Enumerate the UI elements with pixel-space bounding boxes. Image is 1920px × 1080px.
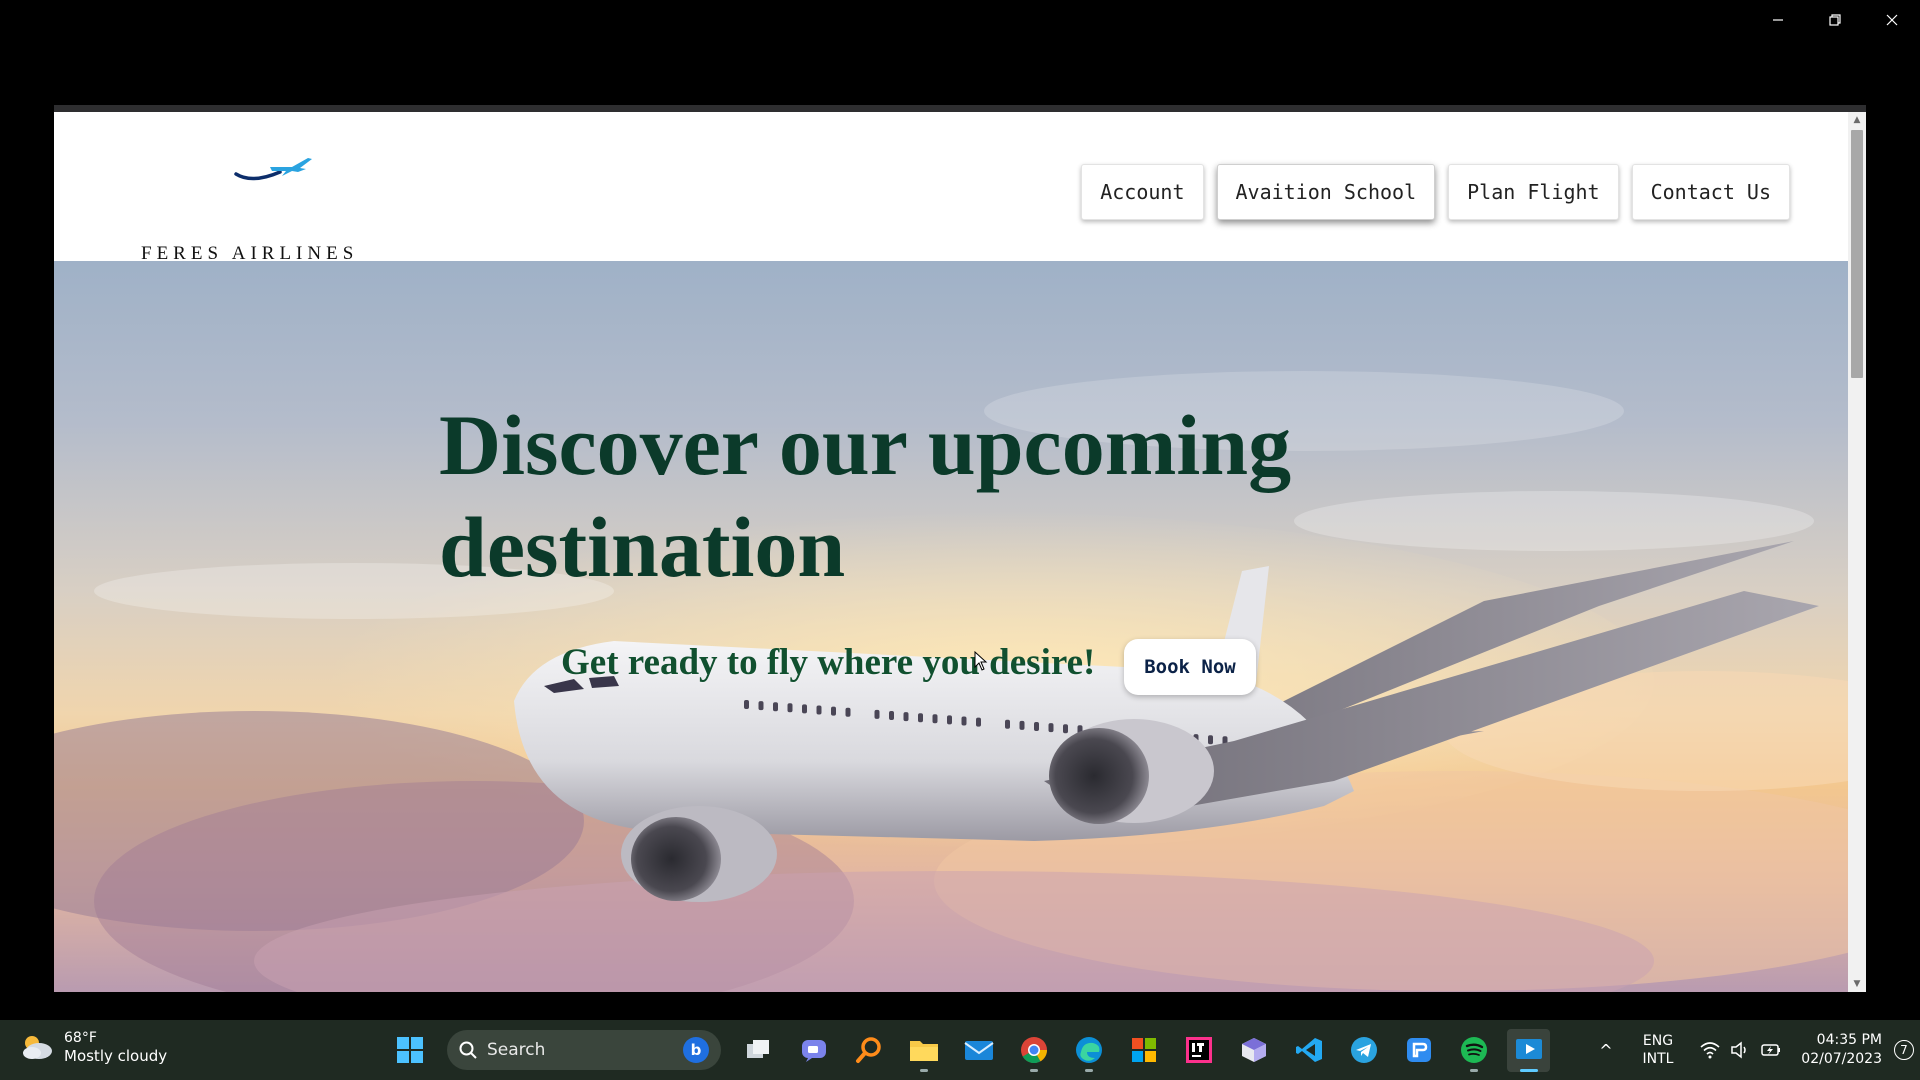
start-button[interactable]	[388, 1029, 431, 1072]
teams-chat-icon[interactable]	[792, 1029, 835, 1072]
cloudy-weather-icon	[23, 1036, 52, 1059]
hero-title: Discover our upcoming destination	[439, 397, 1292, 595]
wifi-icon	[1700, 1042, 1720, 1059]
language-line2: INTL	[1642, 1051, 1674, 1067]
system-tray: ^ ENG INTL 04:35 PM 02/07/2023 7	[1586, 1020, 1920, 1080]
taskbar-search[interactable]: Search b	[447, 1030, 721, 1070]
clock-time: 04:35 PM	[1816, 1032, 1882, 1048]
mouse-cursor-icon	[974, 651, 988, 671]
windows-icon	[396, 1037, 423, 1063]
word-app-icon[interactable]	[1397, 1029, 1440, 1072]
minimize-icon	[1772, 19, 1783, 21]
notification-center-button[interactable]: 7	[1888, 1040, 1920, 1060]
scroll-down-arrow-icon[interactable]: ▼	[1848, 976, 1866, 992]
show-hidden-icons-chevron-icon[interactable]: ^	[1586, 1041, 1626, 1060]
git-tool-icon[interactable]	[1232, 1029, 1275, 1072]
close-button[interactable]	[1863, 0, 1920, 40]
search-icon	[459, 1041, 477, 1059]
browser-viewport: FERES AIRLINES Account Avaition School P…	[54, 105, 1866, 992]
nav-contact-us-button[interactable]: Contact Us	[1631, 164, 1790, 220]
file-explorer-icon[interactable]	[902, 1029, 945, 1072]
telegram-icon[interactable]	[1342, 1029, 1385, 1072]
site-header: FERES AIRLINES Account Avaition School P…	[54, 112, 1848, 264]
nav-aviation-school-button[interactable]: Avaition School	[1216, 164, 1436, 220]
volume-icon	[1731, 1041, 1746, 1059]
intellij-icon[interactable]	[1177, 1029, 1220, 1072]
vscode-icon[interactable]	[1287, 1029, 1330, 1072]
weather-description: Mostly cloudy	[64, 1047, 168, 1065]
scroll-up-arrow-icon[interactable]: ▲	[1848, 112, 1866, 128]
system-clock[interactable]: 04:35 PM 02/07/2023	[1792, 1031, 1888, 1069]
main-nav: Account Avaition School Plan Flight Cont…	[1081, 164, 1790, 220]
nav-plan-flight-button[interactable]: Plan Flight	[1448, 164, 1619, 220]
minimize-button[interactable]	[1749, 0, 1806, 40]
bing-icon[interactable]: b	[683, 1037, 709, 1063]
restore-button[interactable]	[1806, 0, 1863, 40]
search-placeholder: Search	[487, 1040, 546, 1060]
taskbar: 68°F Mostly cloudy Search b ^ ENG INTL 0…	[0, 1020, 1920, 1080]
spotify-icon[interactable]	[1452, 1029, 1495, 1072]
weather-temperature: 68°F	[64, 1030, 97, 1046]
notification-count-badge: 7	[1894, 1040, 1914, 1060]
book-now-button[interactable]: Book Now	[1124, 639, 1256, 695]
chrome-icon[interactable]	[1012, 1029, 1055, 1072]
airplane-swoosh-icon[interactable]	[234, 154, 314, 184]
clock-date: 02/07/2023	[1801, 1051, 1882, 1067]
hero-section: Discover our upcoming destination Get re…	[54, 261, 1848, 992]
mail-icon[interactable]	[957, 1029, 1000, 1072]
close-icon	[1886, 14, 1897, 26]
hero-subtitle: Get ready to fly where you desire!	[561, 642, 1096, 683]
quick-settings[interactable]	[1690, 1041, 1792, 1059]
nav-account-button[interactable]: Account	[1081, 164, 1204, 220]
microsoft-store-icon[interactable]	[1122, 1029, 1165, 1072]
edge-icon[interactable]	[1067, 1029, 1110, 1072]
restore-icon	[1828, 14, 1841, 26]
window-controls	[1749, 0, 1920, 40]
weather-widget[interactable]: 68°F Mostly cloudy	[20, 1029, 167, 1065]
hero-background-image	[54, 371, 1848, 992]
vertical-scrollbar[interactable]: ▲ ▼	[1848, 112, 1866, 992]
battery-charging-icon	[1761, 1044, 1780, 1056]
language-line1: ENG	[1642, 1033, 1674, 1049]
taskbar-apps: Search b	[388, 1026, 1550, 1074]
viewport-top-border	[54, 105, 1866, 112]
language-indicator[interactable]: ENG INTL	[1626, 1032, 1690, 1068]
scroll-thumb[interactable]	[1851, 130, 1863, 378]
task-view-icon[interactable]	[737, 1029, 780, 1072]
finder-search-icon[interactable]	[847, 1029, 890, 1072]
media-player-icon[interactable]	[1507, 1028, 1550, 1072]
